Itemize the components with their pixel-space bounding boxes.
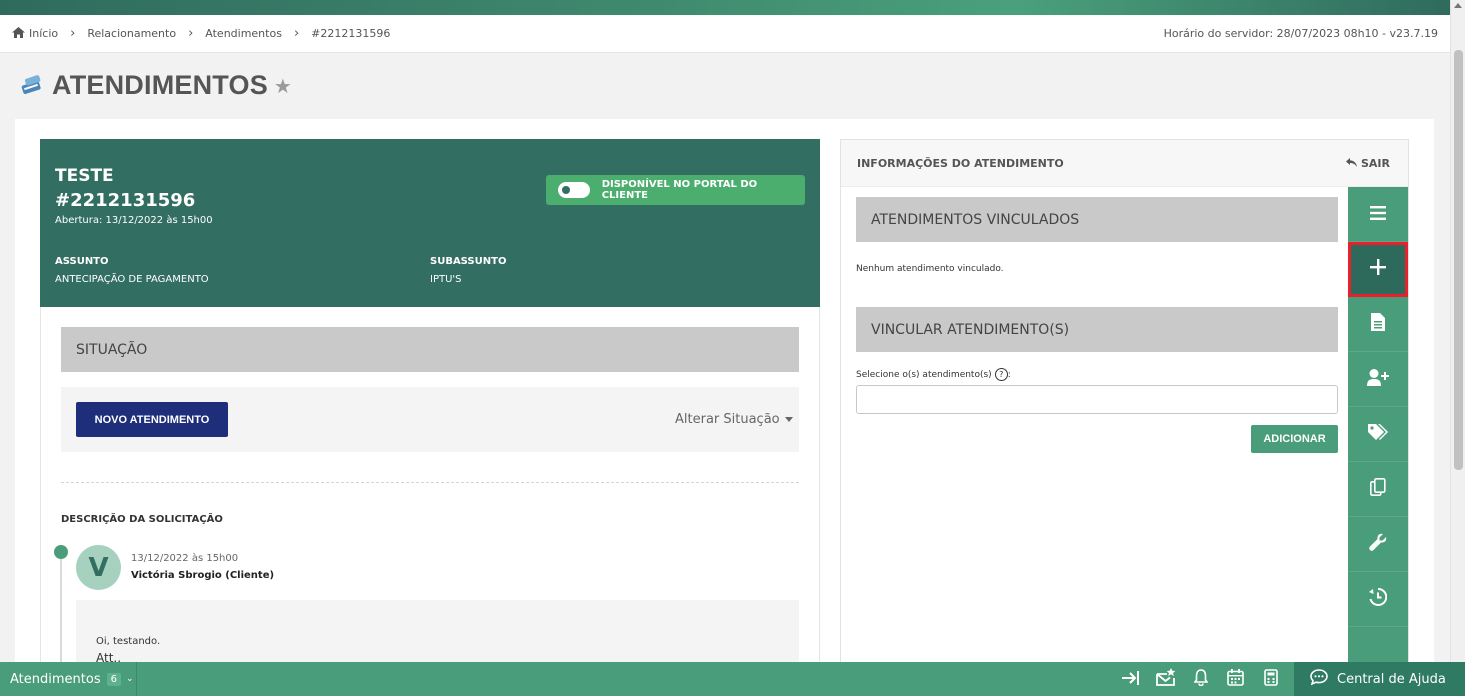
alter-status-label[interactable]: Alterar Situação (675, 412, 780, 427)
link-tickets-header: VINCULAR ATENDIMENTO(S) (856, 307, 1338, 352)
chevron-right-icon: › (70, 26, 76, 41)
subject-label: ASSUNTO (55, 256, 109, 267)
description-title: DESCRIÇÃO DA SOLICITAÇÃO (61, 514, 223, 525)
portal-availability-toggle[interactable]: DISPONÍVEL NO PORTAL DO CLIENTE (546, 175, 805, 205)
timeline-dot (54, 545, 68, 559)
ticket-opened-date: Abertura: 13/12/2022 às 15h00 (55, 215, 213, 226)
copy-icon (1370, 478, 1386, 500)
breadcrumb-label-home[interactable]: Início (29, 27, 58, 40)
chevron-down-icon[interactable]: ⌄ (126, 674, 134, 684)
server-time: Horário do servidor: 28/07/2023 08h10 - … (1163, 27, 1438, 40)
bell-icon (1192, 668, 1209, 690)
rail-add-button[interactable] (1348, 242, 1408, 297)
plus-icon (1370, 259, 1386, 279)
tickets-icon (20, 72, 44, 100)
tags-icon (1368, 424, 1388, 444)
timeline-line (60, 559, 62, 669)
help-question-icon[interactable]: ? (994, 368, 1008, 381)
page-scrollbar[interactable] (1450, 0, 1465, 662)
calendar-icon (1227, 668, 1244, 690)
no-linked-message: Nenhum atendimento vinculado. (856, 264, 1004, 274)
rail-menu-button[interactable] (1348, 187, 1408, 242)
rail-history-button[interactable] (1348, 572, 1408, 627)
help-center-label[interactable]: Central de Ajuda (1337, 672, 1446, 687)
arrow-to-right-icon (1121, 670, 1140, 689)
star-icon[interactable]: ★ (274, 74, 292, 98)
top-brand-stripe (0, 0, 1450, 15)
chevron-right-icon: › (293, 26, 300, 41)
avatar: V (76, 545, 121, 590)
scroll-up-arrow[interactable] (1454, 3, 1462, 8)
rail-tools-button[interactable] (1348, 517, 1408, 572)
linked-tickets-header: ATENDIMENTOS VINCULADOS (856, 197, 1338, 242)
footer-tab-atendimentos[interactable]: Atendimentos 6 ⌄ (0, 662, 137, 696)
chat-bubble-icon (1310, 669, 1328, 689)
subsubject-value: IPTU'S (430, 274, 462, 285)
rail-document-button[interactable] (1348, 297, 1408, 352)
message-date: 13/12/2022 às 15h00 (131, 553, 239, 564)
divider (61, 482, 799, 483)
footer-bar: Atendimentos 6 ⌄ Central de Ajuda (0, 662, 1465, 696)
help-center-button[interactable]: Central de Ajuda (1294, 662, 1465, 696)
breadcrumb-atendimentos[interactable]: Atendimentos (205, 27, 282, 40)
breadcrumb-home[interactable]: Início (12, 26, 58, 41)
rail-copy-button[interactable] (1348, 462, 1408, 517)
chevron-right-icon: › (188, 26, 194, 41)
footer-collapse-button[interactable] (1113, 670, 1148, 689)
message-author: Victória Sbrogio (Cliente) (131, 570, 275, 581)
footer-tab-count: 6 (106, 672, 121, 686)
mail-star-icon (1155, 668, 1176, 690)
ticket-number: #2212131596 (55, 190, 196, 211)
info-panel-title: INFORMAÇÕES DO ATENDIMENTO (857, 157, 1064, 170)
ticket-name: TESTE (55, 166, 114, 186)
document-icon (1371, 313, 1385, 335)
breadcrumb: Início › Relacionamento › Atendimentos › #2… (0, 15, 1450, 53)
tickets-select-input[interactable] (856, 385, 1338, 414)
menu-icon (1370, 205, 1386, 224)
alter-status-dropdown[interactable]: Alterar Situação (675, 412, 793, 427)
scrollbar-thumb[interactable] (1454, 50, 1463, 470)
user-plus-icon (1367, 368, 1389, 390)
caret-down-icon (784, 417, 793, 422)
new-ticket-button[interactable]: NOVO ATENDIMENTO (76, 402, 228, 437)
ticket-header: TESTE #2212131596 Abertura: 13/12/2022 à… (40, 139, 820, 307)
footer-icons: Central de Ajuda (1113, 662, 1465, 696)
rail-add-user-button[interactable] (1348, 352, 1408, 407)
message-body (76, 600, 799, 662)
select-tickets-label-text: Selecione o(s) atendimento(s) (856, 369, 992, 380)
subsubject-label: SUBASSUNTO (430, 256, 507, 267)
page-header: ATENDIMENTOS ★ (20, 70, 292, 101)
history-icon (1369, 587, 1388, 610)
home-icon (12, 26, 25, 41)
wrench-icon (1369, 533, 1387, 555)
footer-calendar-button[interactable] (1218, 668, 1253, 690)
portal-toggle-label: DISPONÍVEL NO PORTAL DO CLIENTE (601, 179, 758, 201)
page-title: ATENDIMENTOS (52, 70, 268, 100)
add-button[interactable]: ADICIONAR (1251, 425, 1338, 453)
select-tickets-label: Selecione o(s) atendimento(s) ?: (856, 368, 1011, 381)
breadcrumb-current: #2212131596 (311, 27, 391, 40)
footer-notifications-button[interactable] (1183, 668, 1218, 690)
message-line-1: Oi, testando. (96, 636, 161, 647)
exit-label[interactable]: SAIR (1361, 157, 1390, 170)
footer-messages-button[interactable] (1148, 668, 1183, 690)
breadcrumb-relacionamento[interactable]: Relacionamento (87, 27, 176, 40)
rail-tags-button[interactable] (1348, 407, 1408, 462)
calculator-icon (1263, 668, 1278, 690)
situation-header: SITUAÇÃO (61, 327, 799, 372)
reply-back-icon (1346, 157, 1357, 170)
subject-value: ANTECIPAÇÃO DE PAGAMENTO (55, 274, 209, 285)
toggle-switch[interactable] (558, 182, 590, 198)
footer-calculator-button[interactable] (1253, 668, 1288, 690)
exit-button[interactable]: SAIR (1346, 157, 1390, 170)
footer-tab-label[interactable]: Atendimentos (10, 672, 101, 687)
